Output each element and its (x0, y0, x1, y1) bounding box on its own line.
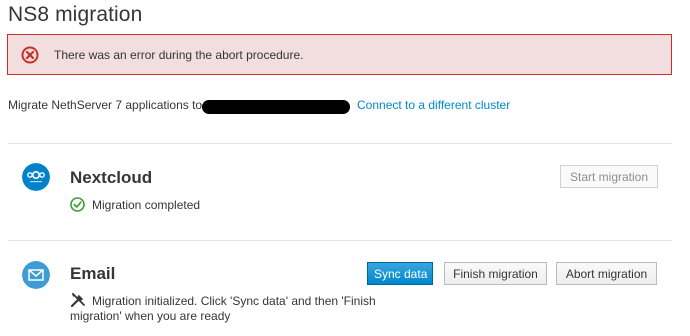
app-name-email: Email (70, 264, 116, 283)
nextcloud-status-text: Migration completed (92, 198, 201, 212)
email-status-line1: Migration initialized. Click 'Sync data'… (92, 294, 376, 308)
email-icon (22, 261, 50, 289)
app-name-nextcloud: Nextcloud (70, 168, 153, 187)
migrate-intro-text: Migrate NethServer 7 applications to (8, 98, 203, 112)
error-alert: There was an error during the abort proc… (7, 34, 672, 75)
alert-message: There was an error during the abort proc… (54, 48, 304, 62)
error-circle-icon (21, 46, 39, 64)
redacted-cluster-name (202, 100, 350, 114)
page-title: NS8 migration (8, 3, 143, 26)
tools-icon (70, 293, 85, 308)
connect-different-cluster-link[interactable]: Connect to a different cluster (357, 98, 510, 112)
start-migration-button[interactable]: Start migration (560, 165, 658, 188)
email-status-line2: migration' when you are ready (70, 309, 231, 323)
check-circle-icon (70, 197, 85, 212)
divider (8, 143, 672, 144)
divider (8, 240, 672, 241)
finish-migration-button[interactable]: Finish migration (444, 262, 547, 285)
abort-migration-button[interactable]: Abort migration (556, 262, 657, 285)
nextcloud-icon (22, 163, 50, 191)
sync-data-button[interactable]: Sync data (367, 262, 433, 285)
